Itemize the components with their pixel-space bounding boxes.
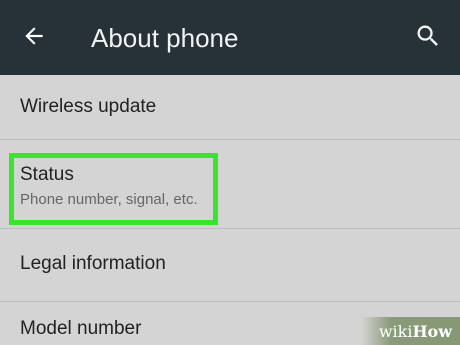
list-item-title: Model number [20,318,142,339]
list-item-title: Legal information [20,253,166,274]
watermark-wiki: wiki [378,321,413,341]
search-button[interactable] [408,18,448,58]
arrow-back-icon [21,23,47,54]
watermark-how: How [412,321,452,341]
list-item-title: Wireless update [20,96,157,117]
list-item-wireless-update[interactable]: Wireless update [0,75,460,139]
list-item-title: Status [20,164,74,185]
back-button[interactable] [14,18,54,58]
list-item-legal-information[interactable]: Legal information [0,229,460,301]
page-title: About phone [91,23,239,53]
list-item-subtitle: Phone number, signal, etc. [20,191,198,208]
wikihow-watermark: wiki How [360,317,460,345]
list-item-status[interactable]: Status Phone number, signal, etc. [0,140,460,228]
search-icon [414,22,442,55]
app-bar: About phone [0,0,460,75]
